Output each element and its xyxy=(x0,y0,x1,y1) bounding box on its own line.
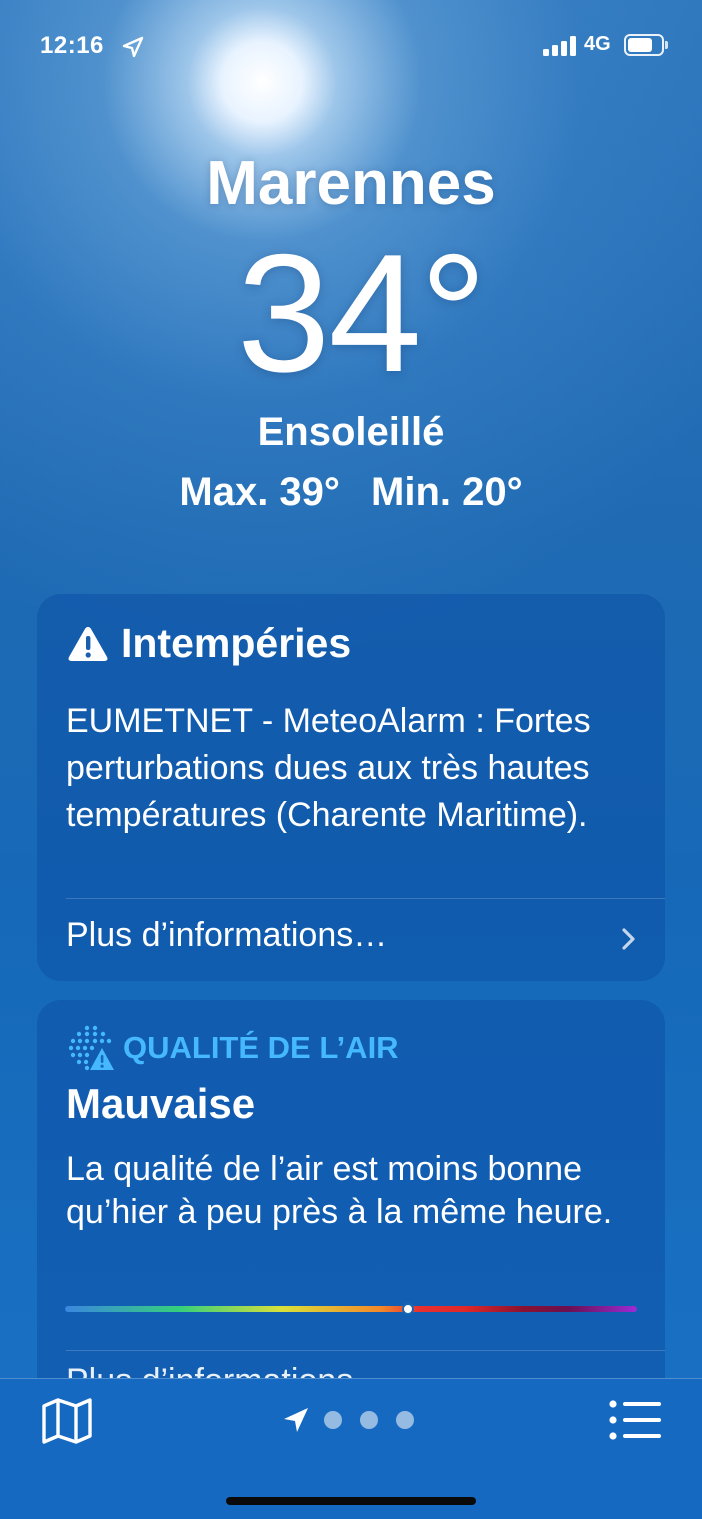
bottom-toolbar xyxy=(0,1378,702,1519)
air-quality-level: Mauvaise xyxy=(66,1080,256,1127)
status-time: 12:16 xyxy=(40,32,104,59)
air-divider xyxy=(66,1350,665,1351)
page-dot[interactable] xyxy=(324,1411,342,1429)
warning-triangle-icon xyxy=(68,626,108,661)
battery-icon xyxy=(624,34,668,56)
page-dot[interactable] xyxy=(360,1411,378,1429)
location-services-icon xyxy=(122,36,144,58)
alert-divider xyxy=(66,898,665,899)
air-quality-header-text: QUALITÉ DE L’AIR xyxy=(123,1030,399,1065)
high-temperature: Max. 39° xyxy=(179,470,340,514)
cellular-signal-icon xyxy=(543,36,577,56)
alert-description: EUMETNET - MeteoAlarm : Fortes perturbat… xyxy=(66,702,591,834)
location-arrow-icon[interactable] xyxy=(281,1405,311,1435)
air-quality-card[interactable]: QUALITÉ DE L’AIR Mauvaise La qualité de … xyxy=(37,1000,665,1420)
home-indicator[interactable] xyxy=(226,1497,476,1505)
status-bar: 12:16 4G xyxy=(0,28,702,64)
map-icon[interactable] xyxy=(40,1396,94,1446)
severe-weather-card[interactable]: Intempéries EUMETNET - MeteoAlarm : Fort… xyxy=(37,594,665,981)
alert-title: Intempéries xyxy=(67,620,351,667)
air-quality-scale-marker xyxy=(402,1303,415,1315)
page-indicator[interactable] xyxy=(281,1405,432,1435)
chevron-right-icon xyxy=(622,928,635,950)
alert-more-info-link[interactable]: Plus d’informations… xyxy=(66,916,387,955)
page-dot[interactable] xyxy=(396,1411,414,1429)
battery-fill xyxy=(628,38,652,52)
city-name: Marennes xyxy=(206,149,496,218)
current-temperature: 34° xyxy=(236,219,487,407)
network-type: 4G xyxy=(584,33,611,55)
air-quality-header: QUALITÉ DE L’AIR xyxy=(67,1024,399,1072)
alert-title-text: Intempéries xyxy=(121,620,352,666)
air-quality-warning-icon xyxy=(68,1025,114,1071)
list-icon[interactable] xyxy=(608,1399,662,1441)
low-temperature: Min. 20° xyxy=(371,470,523,514)
air-quality-description: La qualité de l’air est moins bonne qu’h… xyxy=(66,1150,613,1231)
air-quality-scale-bar xyxy=(65,1303,637,1315)
weather-condition: Ensoleillé xyxy=(257,410,445,454)
high-low-temperatures: Max. 39° Min. 20° xyxy=(0,470,702,515)
